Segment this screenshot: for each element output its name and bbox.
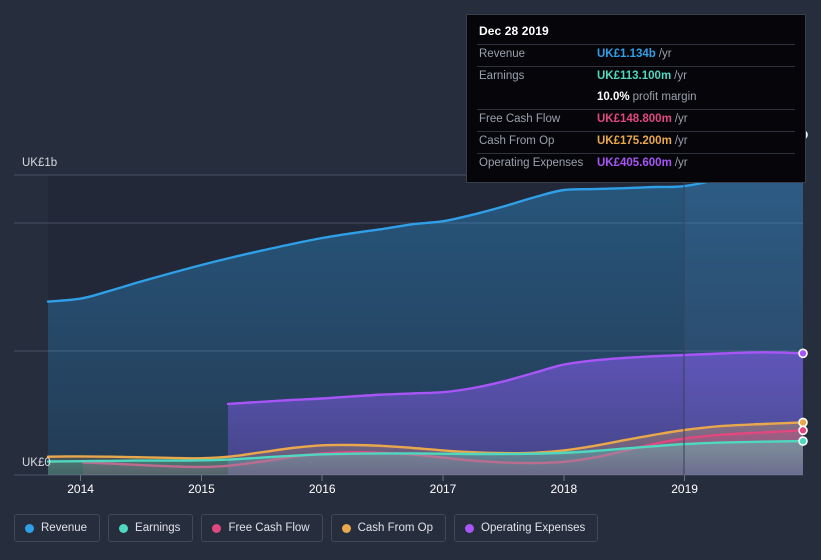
tooltip-row-value: UK£175.200m [597, 135, 672, 147]
tooltip-row-label: Earnings [479, 70, 525, 82]
x-tick-label: 2017 [430, 482, 457, 496]
tooltip-row-value: 10.0% [597, 91, 630, 103]
x-tick-label: 2015 [188, 482, 215, 496]
tooltip-row-label: Revenue [479, 48, 526, 60]
y-axis-top-label: UK£1b [22, 157, 57, 169]
tooltip-row-value-group: 10.0% profit margin [597, 91, 697, 103]
tooltip-date: Dec 28 2019 [479, 24, 549, 38]
tooltip-row-label: Operating Expenses [479, 157, 584, 169]
tooltip-row-label: Free Cash Flow [479, 113, 561, 125]
legend-color-dot [341, 523, 351, 533]
tooltip-row-unit: /yr [674, 113, 688, 125]
tooltip-row: Earnings UK£113.100m/yr [477, 66, 795, 88]
legend-item-label: Earnings [135, 522, 181, 534]
end-marker-operating-expenses [798, 348, 808, 359]
legend-color-dot [212, 523, 222, 533]
legend-item-label: Cash From Op [357, 522, 434, 534]
tooltip-row-value: UK£148.800m [597, 113, 672, 125]
legend-item-label: Revenue [41, 522, 88, 534]
x-tick-label: 2019 [671, 482, 698, 496]
tooltip-row-value-group: UK£405.600m/yr [597, 157, 688, 169]
tooltip-row: Cash From Op UK£175.200m/yr [477, 131, 795, 153]
tooltip-rows: Revenue UK£1.134b/yr Earnings UK£113.100m/y… [477, 44, 795, 175]
tooltip-row-value-group: UK£148.800m/yr [597, 113, 688, 125]
legend-item-label: Free Cash Flow [228, 522, 310, 534]
legend-item-free-cash-flow[interactable]: Free Cash Flow [201, 514, 323, 542]
x-tick-label: 2014 [67, 482, 94, 496]
tooltip-row-unit: /yr [674, 135, 688, 147]
legend-color-dot [25, 523, 34, 533]
x-tick-label: 2016 [309, 482, 336, 496]
tooltip-row-value-group: UK£1.134b/yr [597, 48, 672, 60]
tooltip-row-value: UK£1.134b [597, 48, 656, 60]
tooltip-row: Operating Expenses UK£405.600m/yr [477, 153, 795, 175]
tooltip-row-unit: profit margin [632, 91, 697, 103]
tooltip-row-value-group: UK£175.200m/yr [597, 135, 688, 147]
legend-item-earnings[interactable]: Earnings [108, 514, 194, 542]
tooltip-row-unit: /yr [658, 48, 672, 60]
chart-legend[interactable]: Revenue Earnings Free Cash Flow Cash From O… [14, 514, 599, 542]
end-marker-cash-from-op [798, 417, 808, 428]
legend-item-cash-from-op[interactable]: Cash From Op [330, 514, 447, 542]
financial-history-chart: 2014 2015 2016 2017 2018 2019 UK£1b UK£0 Dec … [0, 0, 821, 560]
tooltip-row: 10.0% profit margin [477, 88, 795, 109]
tooltip-row-label: Cash From Op [479, 135, 555, 147]
chart-tooltip: Dec 28 2019 Revenue UK£1.134b/yr Earnings U… [466, 14, 806, 183]
legend-color-dot [119, 523, 129, 533]
legend-item-label: Operating Expenses [481, 522, 586, 534]
tooltip-row-unit: /yr [674, 157, 688, 169]
legend-color-dot [465, 523, 475, 533]
tooltip-row-unit: /yr [674, 70, 687, 82]
tooltip-row: Free Cash Flow UK£148.800m/yr [477, 109, 795, 131]
y-axis-zero-label: UK£0 [22, 457, 51, 469]
end-marker-earnings [798, 436, 808, 446]
tooltip-row-value: UK£405.600m [597, 157, 672, 169]
end-marker-free-cash-flow [798, 425, 808, 436]
tooltip-row-value: UK£113.100m [597, 70, 672, 82]
legend-item-operating-expenses[interactable]: Operating Expenses [454, 514, 599, 542]
tooltip-row: Revenue UK£1.134b/yr [477, 44, 795, 66]
tooltip-row-value-group: UK£113.100m/yr [597, 70, 687, 82]
legend-item-revenue[interactable]: Revenue [14, 514, 101, 542]
x-tick-label: 2018 [550, 482, 577, 496]
